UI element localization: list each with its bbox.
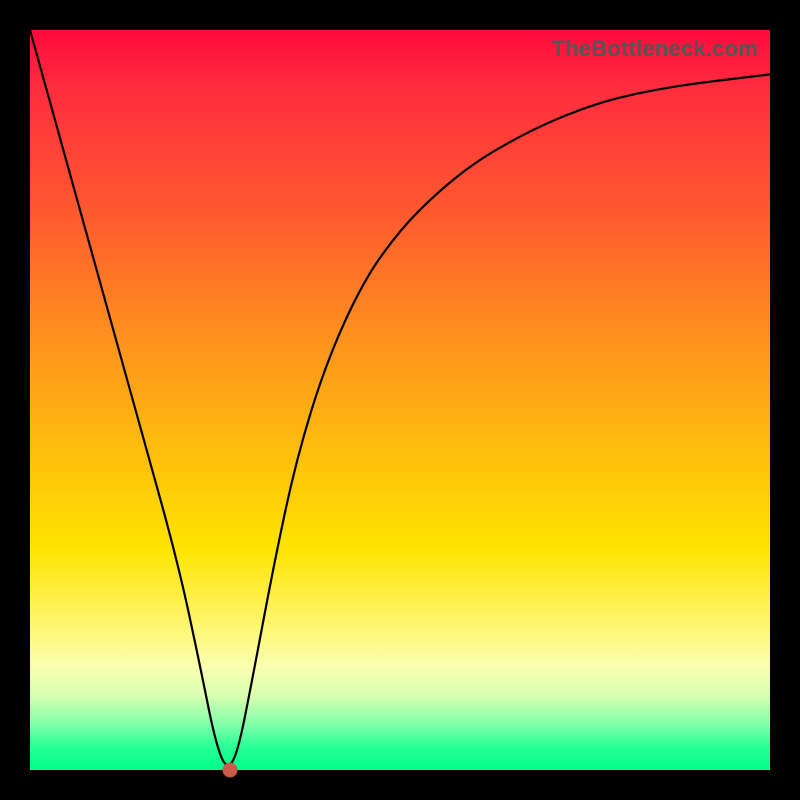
min-point-marker <box>222 763 237 778</box>
chart-frame: TheBottleneck.com <box>0 0 800 800</box>
plot-area: TheBottleneck.com <box>30 30 770 770</box>
bottleneck-curve <box>30 30 770 770</box>
